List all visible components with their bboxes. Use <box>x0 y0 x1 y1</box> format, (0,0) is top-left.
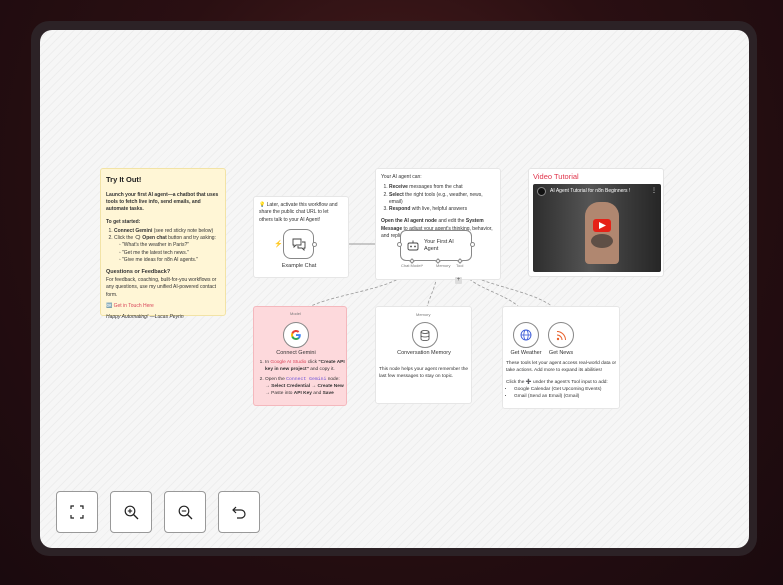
undo-icon <box>232 506 246 519</box>
try-it-out-intro: Launch your first AI agent—a chatbot tha… <box>106 191 219 213</box>
agent-capability: Receive messages from the chat <box>389 184 495 191</box>
tools-note-p1: These tools let your agent access real-w… <box>506 361 617 373</box>
step-2: Click the 🗨 Open chat button and try ask… <box>114 235 220 264</box>
tools-note-p2: Click the ➕ under the agent's Tool input… <box>506 379 608 385</box>
agent-input-port[interactable] <box>397 242 402 247</box>
zoom-out-icon <box>178 505 192 519</box>
rss-icon <box>556 330 566 340</box>
memory-tag: Memory <box>416 312 431 317</box>
chat-model-port-label: Chat Model* <box>401 263 424 268</box>
google-icon <box>291 330 301 340</box>
chat-note-text: 💡 Later, activate this workflow and shar… <box>259 202 338 223</box>
get-news-label: Get News <box>548 350 574 356</box>
google-ai-studio-link[interactable]: Google AI Studio <box>270 360 306 365</box>
example-question: "What's the weather in Paris?" <box>122 242 220 249</box>
chat-output-port[interactable] <box>312 242 317 247</box>
agent-capability: Respond with live, helpful answers <box>389 206 495 213</box>
conversation-memory-label: Conversation Memory <box>397 350 451 356</box>
channel-avatar <box>537 187 546 196</box>
zoom-in-button[interactable] <box>110 491 152 533</box>
memory-port-label: Memory <box>436 263 451 268</box>
example-question: "Give me ideas for n8n AI agents." <box>122 257 220 264</box>
agent-note-intro: Your AI agent can: <box>381 174 422 180</box>
getting-started-heading: To get started: <box>106 218 141 225</box>
video-thumbnail-person <box>585 202 619 264</box>
example-chat-label: Example Chat <box>281 263 317 269</box>
memory-note-text: This node helps your agent remember the … <box>379 367 469 379</box>
gemini-step-2: Open the Connect Gemini node: → Select C… <box>265 377 345 398</box>
agent-output-port[interactable] <box>470 242 475 247</box>
video-player[interactable]: AI Agent Tutorial for n8n Beginners ! ⋮ <box>533 184 661 272</box>
chat-bubble-icon <box>292 238 305 251</box>
play-button[interactable] <box>593 219 611 232</box>
get-news-node[interactable] <box>548 322 574 348</box>
video-tutorial-note[interactable]: Video Tutorial AI Agent Tutorial for n8n… <box>528 168 664 277</box>
agent-capability: Select the right tools (e.g., weather, n… <box>389 192 495 207</box>
play-icon <box>599 222 606 229</box>
ai-agent-title: Your First AI Agent <box>424 238 454 252</box>
fit-view-icon <box>70 505 84 519</box>
zoom-out-button[interactable] <box>164 491 206 533</box>
signoff: Happy Automating! —Lucas Peyrin <box>106 314 184 321</box>
add-tool-button[interactable]: + <box>455 277 462 284</box>
example-question: "Get me the latest tech news." <box>122 250 220 257</box>
connect-gemini-label: Connect Gemini <box>276 350 316 356</box>
undo-button[interactable] <box>218 491 260 533</box>
connect-gemini-node[interactable] <box>283 322 309 348</box>
tool-suggestion: Gmail (Send an Email) (Gmail) <box>514 394 618 401</box>
questions-text: For feedback, coaching, built-for-you wo… <box>106 277 217 298</box>
try-it-out-note[interactable]: Try It Out! Launch your first AI agent—a… <box>100 168 226 320</box>
database-icon <box>420 329 430 341</box>
fit-view-button[interactable] <box>56 491 98 533</box>
conversation-memory-node[interactable] <box>412 322 438 348</box>
robot-icon <box>407 240 419 251</box>
contact-link[interactable]: 🆗 Get in Touch Here <box>106 303 220 310</box>
zoom-in-icon <box>124 505 138 519</box>
questions-heading: Questions or Feedback? <box>106 269 171 276</box>
workflow-canvas[interactable]: Try It Out! Launch your first AI agent—a… <box>40 30 749 548</box>
tools-note-body: These tools let your agent access real-w… <box>506 361 618 401</box>
video-title: AI Agent Tutorial for n8n Beginners ! <box>550 188 631 194</box>
example-chat-node[interactable] <box>283 229 314 259</box>
ai-agent-node[interactable]: Your First AI Agent <box>400 230 472 261</box>
get-weather-node[interactable] <box>513 322 539 348</box>
gemini-step-1: In Google AI Studio click "Create API ke… <box>265 360 345 374</box>
tool-port-label: Tool <box>456 263 464 268</box>
tool-suggestion: Google Calendar (Get Upcoming Events) <box>514 387 618 394</box>
try-it-out-title: Try It Out! <box>106 175 142 184</box>
model-tag: Model <box>290 311 301 316</box>
more-options-icon[interactable]: ⋮ <box>651 187 657 194</box>
connect-gemini-steps: In Google AI Studio click "Create API ke… <box>257 360 345 398</box>
video-heading: Video Tutorial <box>533 172 579 181</box>
trigger-bolt-icon: ⚡ <box>274 241 283 248</box>
globe-icon <box>520 329 532 341</box>
